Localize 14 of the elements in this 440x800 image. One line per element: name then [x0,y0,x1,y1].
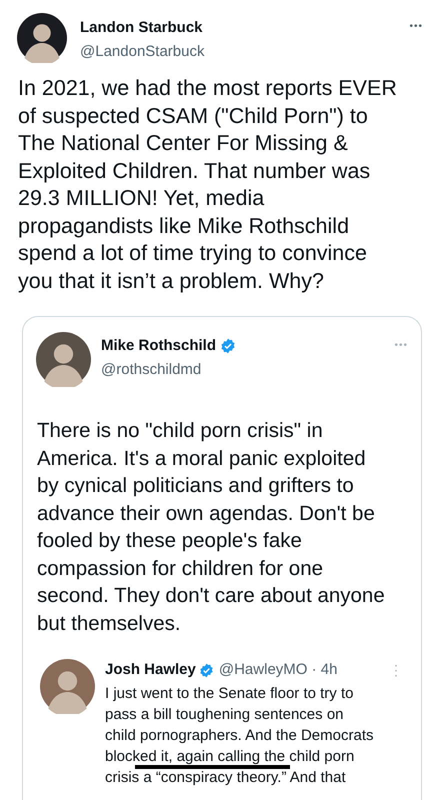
quoted-tweet-text: There is no "child porn crisis" in America. It's a moral panic exploited by cynical politicians and grifters to advance their own agendas. Don't be fooled by these people's fake compassion for children for one second. They don't care about anyone but themselves. [36,418,386,636]
avatar[interactable] [36,332,91,387]
author-handle: @HawleyMO · 4h [218,660,338,680]
author-name: Mike Rothschild [101,336,216,356]
tweet-text: In 2021, we had the most reports EVER of suspected CSAM ("Child Porn") to The National Center For Missing & Exploited Children. That number was 29.3 MILLION! Yet, media propagandists like Mike Rothschild spend a lot of time trying to convince you that it isn’t a problem. Why? [17,75,398,294]
more-button[interactable]: ••• [394,338,408,353]
author-name: Landon Starbuck [80,18,203,38]
avatar[interactable] [17,13,67,63]
quoted-tweet-card[interactable] [22,316,422,800]
more-icon[interactable]: ⋮ [389,660,403,681]
author-name: Josh Hawley [105,660,196,680]
author-handle: @LandonStarbuck [80,42,206,62]
author-handle: @rothschildmd [101,360,202,380]
more-button[interactable]: ••• [409,19,423,34]
